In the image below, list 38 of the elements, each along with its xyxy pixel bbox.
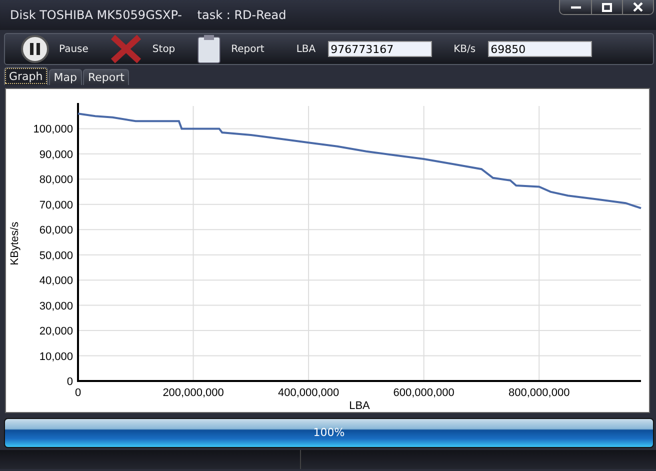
close-icon: [633, 2, 643, 12]
field-label: LBA: [296, 44, 316, 54]
progress-reading: 100%: [312, 426, 346, 439]
maximize-icon: [602, 2, 612, 12]
y-tick-label: 10,000: [39, 350, 73, 363]
cross-icon: [110, 34, 142, 64]
maximize-button[interactable]: [591, 0, 622, 14]
y-tick-label: 90,000: [39, 148, 73, 161]
stop-button[interactable]: Stop: [110, 34, 176, 64]
y-tick-label: 70,000: [39, 199, 73, 212]
window-title: Disk TOSHIBA MK5059GSXP- task : RD-Read: [10, 8, 286, 22]
minimize-icon: [570, 6, 580, 8]
x-tick-label: 800,000,000: [508, 387, 570, 399]
tab[interactable]: Map: [48, 69, 82, 85]
y-axis-label: KBytes/s: [9, 222, 21, 266]
pause-button[interactable]: Pause: [21, 35, 88, 63]
value-field[interactable]: 69850: [488, 41, 592, 57]
tab[interactable]: Report: [82, 69, 130, 85]
y-tick-label: 40,000: [39, 275, 73, 288]
x-tick-label: 600,000,000: [393, 387, 454, 399]
y-tick-label: 80,000: [39, 174, 73, 186]
y-tick-label: 20,000: [39, 326, 73, 338]
y-tick-label: 50,000: [39, 250, 73, 262]
field-label: KB/s: [454, 44, 476, 54]
x-tick-label: 200,000,000: [162, 387, 224, 399]
pause-icon: [21, 35, 49, 63]
x-tick-label: 0: [74, 387, 82, 399]
x-tick-label: 400,000,000: [278, 387, 340, 399]
report-button[interactable]: Report: [197, 34, 264, 64]
y-tick-label: 60,000: [39, 224, 73, 237]
value-field[interactable]: 976773167: [328, 41, 432, 57]
y-tick-label: 100,000: [33, 124, 73, 136]
close-button[interactable]: [622, 0, 653, 14]
x-axis-label: LBA: [349, 400, 370, 412]
y-tick-label: 0: [66, 376, 73, 388]
y-tick-label: 30,000: [39, 300, 73, 312]
tab[interactable]: Graph: [4, 67, 48, 85]
minimize-button[interactable]: [560, 0, 591, 14]
